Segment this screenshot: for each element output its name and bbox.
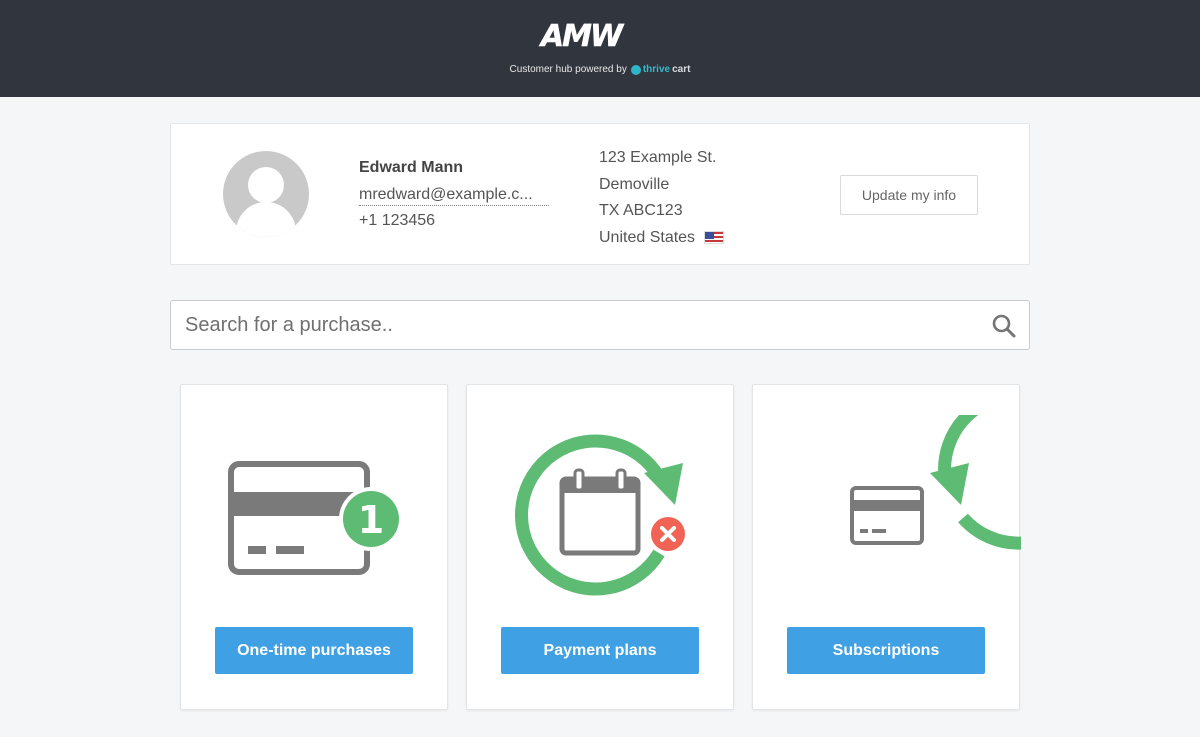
address-country: United States — [599, 228, 696, 246]
payment-plans-card[interactable]: Payment plans — [466, 384, 734, 710]
search-icon[interactable] — [991, 313, 1017, 339]
top-bar: AMW Customer hub powered by thrive cart — [0, 0, 1200, 97]
address-city: Demoville — [599, 175, 670, 193]
profile-card: Edward Mann mredward@example.c... +1 123… — [170, 123, 1030, 265]
credit-card-icon — [850, 486, 924, 545]
thrivecart-cart-text: cart — [672, 64, 691, 75]
customer-email[interactable]: mredward@example.c... — [359, 186, 549, 206]
subscriptions-button[interactable]: Subscriptions — [787, 627, 985, 674]
refresh-cycle-icon — [850, 415, 1021, 550]
badge-number: 1 — [358, 498, 384, 542]
refresh-cycle-icon — [515, 434, 688, 596]
address-country-line: United States — [599, 225, 725, 252]
customer-address: 123 Example St. Demoville TX ABC123 Unit… — [599, 145, 725, 252]
calendar-icon — [559, 468, 641, 556]
thrivecart-thrive-text: thrive — [642, 64, 671, 75]
us-flag-icon — [704, 231, 725, 245]
purchase-search-box — [170, 300, 1030, 350]
one-time-purchases-card[interactable]: 1 One-time purchases — [180, 384, 448, 710]
address-line1: 123 Example St. — [599, 149, 717, 166]
powered-by-text: Customer hub powered by — [509, 64, 627, 75]
update-info-button[interactable]: Update my info — [840, 175, 978, 215]
one-time-purchases-button[interactable]: One-time purchases — [215, 627, 413, 674]
user-avatar-icon — [223, 151, 309, 237]
credit-card-icon: 1 — [228, 461, 403, 575]
customer-name: Edward Mann — [359, 159, 464, 176]
thrivecart-brand[interactable]: thrive cart — [630, 64, 691, 75]
logo-text: AMW — [540, 19, 624, 54]
subscriptions-card[interactable]: Subscriptions — [752, 384, 1021, 710]
brand-logo[interactable]: AMW — [529, 19, 633, 54]
address-region: TX ABC123 — [599, 202, 683, 219]
search-input[interactable] — [185, 301, 985, 349]
cancel-icon — [648, 514, 688, 554]
thrivecart-icon — [630, 64, 641, 75]
customer-phone: +1 123456 — [359, 212, 436, 229]
powered-by: Customer hub powered by thrive cart — [0, 64, 1200, 75]
payment-plans-button[interactable]: Payment plans — [501, 627, 699, 674]
